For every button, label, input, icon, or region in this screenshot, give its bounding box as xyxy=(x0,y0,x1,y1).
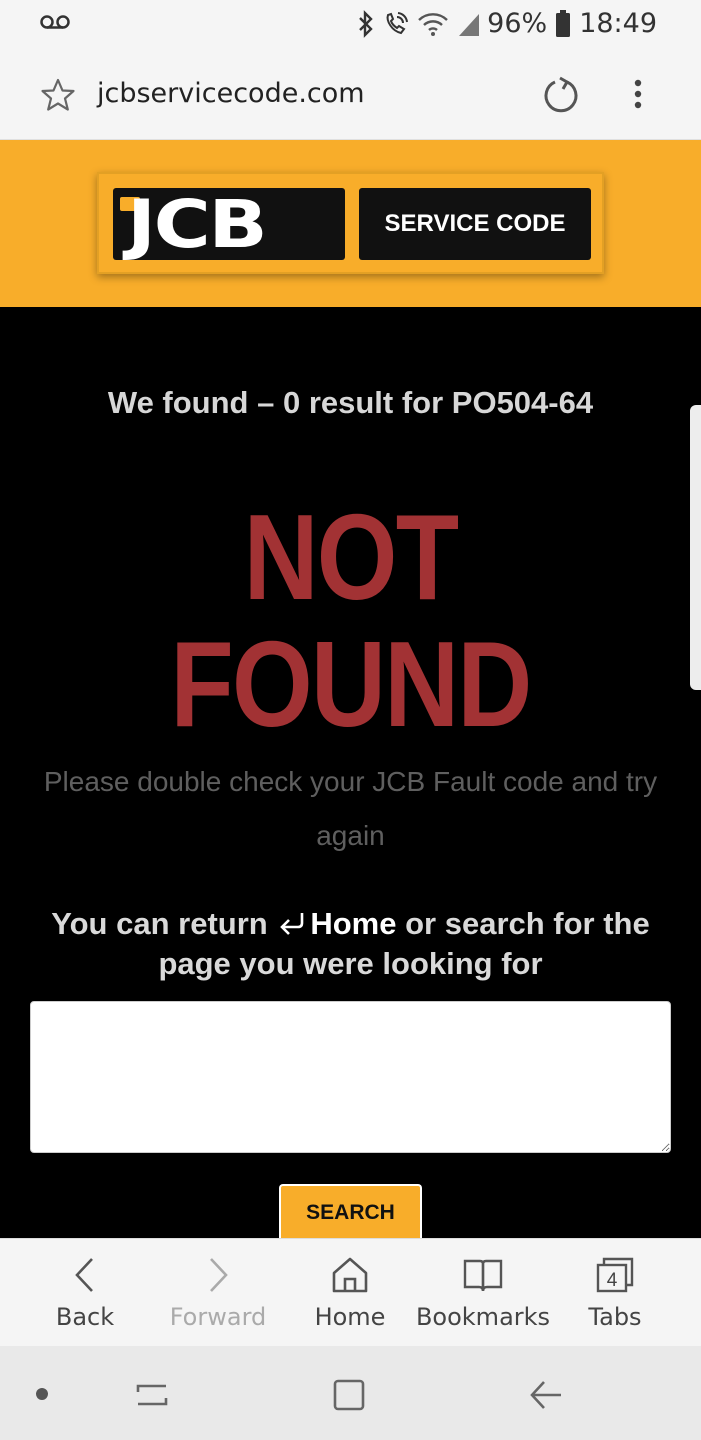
reload-icon[interactable] xyxy=(541,76,581,121)
recent-apps-icon[interactable] xyxy=(134,1378,170,1417)
toolbar-tabs-button[interactable]: 4 Tabs xyxy=(545,1239,685,1347)
voicemail-icon xyxy=(40,14,70,30)
nav-indicator-dot xyxy=(36,1388,48,1400)
tabs-label: Tabs xyxy=(588,1303,642,1331)
site-logo[interactable]: JCB SERVICE CODE xyxy=(97,172,604,274)
signal-icon xyxy=(457,12,480,36)
jcb-logo-text: JCB xyxy=(127,186,268,263)
toolbar-home-button[interactable]: Home xyxy=(280,1239,420,1347)
home-link-label[interactable]: Home xyxy=(310,906,396,941)
toolbar-forward-button[interactable]: Forward xyxy=(148,1239,288,1347)
bookmarks-label: Bookmarks xyxy=(415,1303,551,1331)
not-found-word-found: FOUND xyxy=(170,616,532,752)
clock: 18:49 xyxy=(579,8,657,39)
url-field[interactable]: jcbservicecode.com xyxy=(97,78,365,109)
more-options-icon[interactable] xyxy=(624,76,652,121)
home-label: Home xyxy=(314,1303,386,1331)
system-navigation-bar xyxy=(0,1346,701,1440)
home-link[interactable]: Home xyxy=(276,906,396,941)
site-header: JCB SERVICE CODE xyxy=(0,140,701,307)
battery-icon xyxy=(555,9,571,38)
search-input[interactable] xyxy=(30,1001,671,1153)
address-bar: jcbservicecode.com xyxy=(0,50,701,140)
service-code-label: SERVICE CODE xyxy=(359,188,591,260)
jcb-logo-block: JCB xyxy=(113,188,345,260)
tab-count: 4 xyxy=(607,1270,618,1291)
result-count-heading: We found – 0 result for PO504-64 xyxy=(107,385,594,420)
not-found-word-not: NOT xyxy=(243,489,460,625)
error-message: Please double check your JCB Fault code … xyxy=(43,766,658,851)
return-prefix: You can return xyxy=(51,906,268,941)
forward-label: Forward xyxy=(169,1303,267,1331)
return-home-text: You can return Home or search for the pa… xyxy=(30,905,671,983)
wifi-icon xyxy=(417,11,449,37)
status-bar: 96% 18:49 xyxy=(0,0,701,50)
toolbar-bookmarks-button[interactable]: Bookmarks xyxy=(413,1239,553,1347)
bookmark-star-icon[interactable] xyxy=(40,77,76,118)
system-home-icon[interactable] xyxy=(332,1378,366,1417)
system-back-icon[interactable] xyxy=(528,1378,564,1417)
back-label: Back xyxy=(55,1303,115,1331)
toolbar-back-button[interactable]: Back xyxy=(15,1239,155,1347)
wifi-calling-icon xyxy=(383,11,409,37)
search-button[interactable]: SEARCH xyxy=(279,1184,422,1240)
page-scrollbar[interactable] xyxy=(690,405,701,690)
main-content: We found – 0 result for PO504-64 NOT FOU… xyxy=(0,307,701,1240)
browser-toolbar: Back Forward Home Bookmarks 4 Tabs xyxy=(0,1238,701,1346)
battery-percent: 96% xyxy=(487,8,548,39)
return-arrow-icon xyxy=(276,907,306,945)
bluetooth-icon xyxy=(357,9,375,38)
